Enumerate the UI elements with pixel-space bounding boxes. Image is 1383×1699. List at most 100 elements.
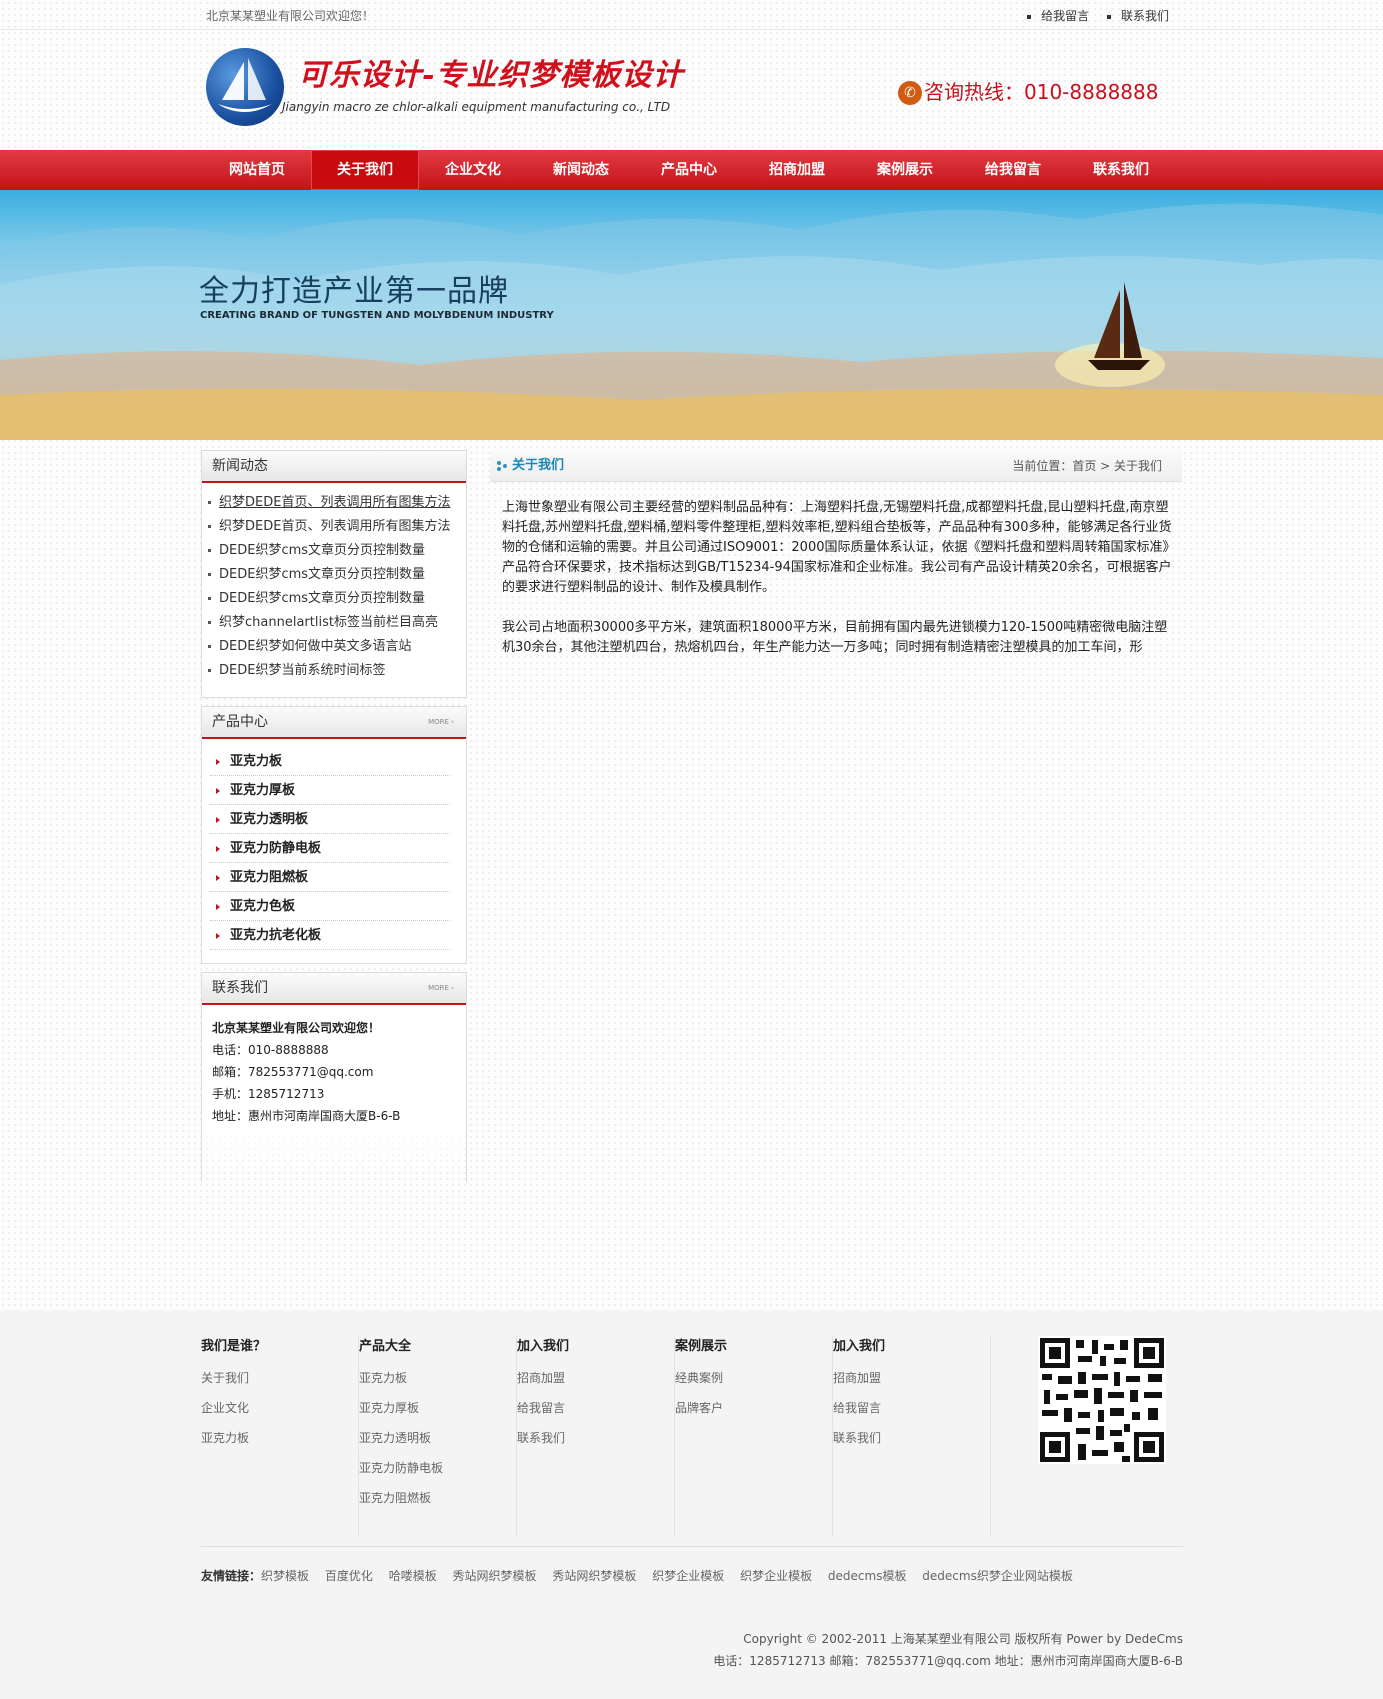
footer-col-title: 案例展示 <box>675 1339 728 1354</box>
hotline: ✆ 咨询热线：010-8888888 <box>898 76 1158 105</box>
contact-phone: 电话：010-8888888 <box>212 1043 329 1057</box>
qr-code-icon <box>1038 1336 1166 1464</box>
bullet-icon <box>208 573 211 576</box>
product-item[interactable]: 亚克力厚板 <box>210 776 450 805</box>
top-bar: 北京某某塑业有限公司欢迎您！ 给我留言 联系我们 <box>0 0 1383 30</box>
products-panel-title: 产品中心 <box>212 714 268 730</box>
friend-link[interactable]: 哈喽模板 <box>389 1569 437 1583</box>
news-item[interactable]: DEDE织梦cms文章页分页控制数量 <box>208 587 466 611</box>
footer-link[interactable]: 联系我们 <box>517 1426 674 1456</box>
footer-col-products: 产品大全 亚克力板 亚克力厚板 亚克力透明板 亚克力防静电板 亚克力阻燃板 <box>359 1336 517 1536</box>
logo-subtitle: Jiangyin macro ze chlor-alkali equipment… <box>282 100 671 114</box>
product-item[interactable]: 亚克力抗老化板 <box>210 921 450 950</box>
main-nav: 网站首页 关于我们 企业文化 新闻动态 产品中心 招商加盟 案例展示 给我留言 … <box>0 150 1383 190</box>
contact-panel-header: 联系我们 MORE › <box>202 973 466 1005</box>
main-content: 关于我们 当前位置：首页 > 关于我们 上海世象塑业有限公司主要经营的塑料制品品… <box>490 450 1182 678</box>
top-link-contact[interactable]: 联系我们 <box>1106 9 1169 23</box>
nav-item-home[interactable]: 网站首页 <box>203 150 311 190</box>
friend-link[interactable]: 百度优化 <box>325 1569 373 1583</box>
content-body: 上海世象塑业有限公司主要经营的塑料制品品种有：上海塑料托盘,无锡塑料托盘,成都塑… <box>490 482 1182 658</box>
bullet-icon <box>208 501 211 504</box>
news-item[interactable]: DEDE织梦cms文章页分页控制数量 <box>208 563 466 587</box>
bullet-icon <box>1027 14 1032 19</box>
breadcrumb[interactable]: 当前位置：首页 > 关于我们 <box>1012 450 1162 482</box>
footer-col-join: 加入我们 招商加盟 给我留言 联系我们 <box>517 1336 675 1536</box>
footer-link[interactable]: 给我留言 <box>833 1396 990 1426</box>
nav-item-franchise[interactable]: 招商加盟 <box>743 150 851 190</box>
bullet-icon <box>208 525 211 528</box>
news-item[interactable]: 织梦DEDE首页、列表调用所有图集方法 <box>208 515 466 539</box>
friend-link[interactable]: 织梦模板 <box>261 1569 309 1583</box>
hero-banner: 全力打造产业第一品牌 CREATING BRAND OF TUNGSTEN AN… <box>0 190 1383 440</box>
footer-contact-line: 电话：1285712713 邮箱：782553771@qq.com 地址：惠州市… <box>713 1654 1183 1668</box>
contact-company: 北京某某塑业有限公司欢迎您！ <box>212 1021 381 1035</box>
products-list: 亚克力板 亚克力厚板 亚克力透明板 亚克力防静电板 亚克力阻燃板 亚克力色板 亚… <box>202 739 466 950</box>
footer-link[interactable]: 联系我们 <box>833 1426 990 1456</box>
content-paragraph: 上海世象塑业有限公司主要经营的塑料制品品种有：上海塑料托盘,无锡塑料托盘,成都塑… <box>502 500 1172 595</box>
bullet-icon <box>1106 14 1111 19</box>
nav-item-news[interactable]: 新闻动态 <box>527 150 635 190</box>
footer-link[interactable]: 亚克力厚板 <box>359 1396 516 1426</box>
product-item[interactable]: 亚克力色板 <box>210 892 450 921</box>
footer-link[interactable]: 关于我们 <box>201 1366 358 1396</box>
nav-item-message[interactable]: 给我留言 <box>959 150 1067 190</box>
friend-link[interactable]: 织梦企业模板 <box>652 1569 724 1583</box>
logo-title[interactable]: 可乐设计-专业织梦模板设计 <box>298 50 683 94</box>
friend-link[interactable]: 织梦企业模板 <box>740 1569 812 1583</box>
footer-link[interactable]: 亚克力透明板 <box>359 1426 516 1456</box>
nav-item-contact[interactable]: 联系我们 <box>1067 150 1175 190</box>
contact-panel: 联系我们 MORE › 北京某某塑业有限公司欢迎您！ 电话：010-888888… <box>201 972 467 1182</box>
footer-link[interactable]: 亚克力防静电板 <box>359 1456 516 1486</box>
friend-link[interactable]: 秀站网织梦模板 <box>453 1569 537 1583</box>
contact-info: 北京某某塑业有限公司欢迎您！ 电话：010-8888888 邮箱：7825537… <box>202 1005 466 1127</box>
content-paragraph: 我公司占地面积30000多平方米，建筑面积18000平方米，目前拥有国内最先进锁… <box>502 620 1168 655</box>
contact-more-link[interactable]: MORE › <box>428 973 454 1003</box>
arrow-right-icon <box>216 874 220 881</box>
banner-subtitle: CREATING BRAND OF TUNGSTEN AND MOLYBDENU… <box>200 310 554 321</box>
arrow-right-icon <box>216 903 220 910</box>
footer-link[interactable]: 经典案例 <box>675 1366 832 1396</box>
footer-link[interactable]: 亚克力板 <box>359 1366 516 1396</box>
product-item[interactable]: 亚克力阻燃板 <box>210 863 450 892</box>
footer-col-title: 加入我们 <box>833 1339 886 1354</box>
news-item[interactable]: 织梦channelartlist标签当前栏目高亮 <box>208 611 466 635</box>
friend-link[interactable]: 秀站网织梦模板 <box>552 1569 636 1583</box>
products-more-link[interactable]: MORE › <box>428 707 454 737</box>
footer-link[interactable]: 给我留言 <box>517 1396 674 1426</box>
news-item[interactable]: DEDE织梦cms文章页分页控制数量 <box>208 539 466 563</box>
friend-link[interactable]: dedecms织梦企业网站模板 <box>922 1569 1073 1583</box>
friend-links: 友情链接：织梦模板 百度优化 哈喽模板 秀站网织梦模板 秀站网织梦模板 织梦企业… <box>201 1546 1183 1590</box>
news-item[interactable]: DEDE织梦当前系统时间标签 <box>208 659 466 683</box>
contact-address: 地址：惠州市河南岸国商大厦B-6-B <box>212 1109 401 1123</box>
contact-mobile: 手机：1285712713 <box>212 1087 325 1101</box>
arrow-right-icon <box>216 758 220 765</box>
products-panel: 产品中心 MORE › 亚克力板 亚克力厚板 亚克力透明板 亚克力防静电板 亚克… <box>201 706 467 964</box>
footer-link[interactable]: 亚克力板 <box>201 1426 358 1456</box>
friend-links-label: 友情链接： <box>201 1569 262 1583</box>
product-item[interactable]: 亚克力板 <box>210 747 450 776</box>
dots-icon <box>497 461 507 471</box>
footer: 我们是谁？ 关于我们 企业文化 亚克力板 产品大全 亚克力板 亚克力厚板 亚克力… <box>0 1310 1383 1699</box>
footer-col-about: 我们是谁？ 关于我们 企业文化 亚克力板 <box>201 1336 359 1536</box>
friend-link[interactable]: dedecms模板 <box>828 1569 907 1583</box>
top-link-message[interactable]: 给我留言 <box>1027 9 1089 23</box>
sailboat-logo-icon[interactable] <box>206 48 284 126</box>
nav-item-products[interactable]: 产品中心 <box>635 150 743 190</box>
nav-item-about[interactable]: 关于我们 <box>311 150 419 190</box>
news-item[interactable]: DEDE织梦如何做中英文多语言站 <box>208 635 466 659</box>
footer-link[interactable]: 品牌客户 <box>675 1396 832 1426</box>
product-item[interactable]: 亚克力防静电板 <box>210 834 450 863</box>
footer-link[interactable]: 招商加盟 <box>517 1366 674 1396</box>
nav-item-culture[interactable]: 企业文化 <box>419 150 527 190</box>
nav-item-cases[interactable]: 案例展示 <box>851 150 959 190</box>
banner-title: 全力打造产业第一品牌 <box>199 274 509 309</box>
top-links: 给我留言 联系我们 <box>1013 7 1169 24</box>
hotline-text: 咨询热线：010-8888888 <box>924 80 1159 104</box>
news-item[interactable]: 织梦DEDE首页、列表调用所有图集方法 <box>208 491 466 515</box>
footer-link[interactable]: 亚克力阻燃板 <box>359 1486 516 1516</box>
product-item[interactable]: 亚克力透明板 <box>210 805 450 834</box>
bullet-icon <box>208 597 211 600</box>
footer-link[interactable]: 招商加盟 <box>833 1366 990 1396</box>
footer-link[interactable]: 企业文化 <box>201 1396 358 1426</box>
arrow-right-icon <box>216 787 220 794</box>
